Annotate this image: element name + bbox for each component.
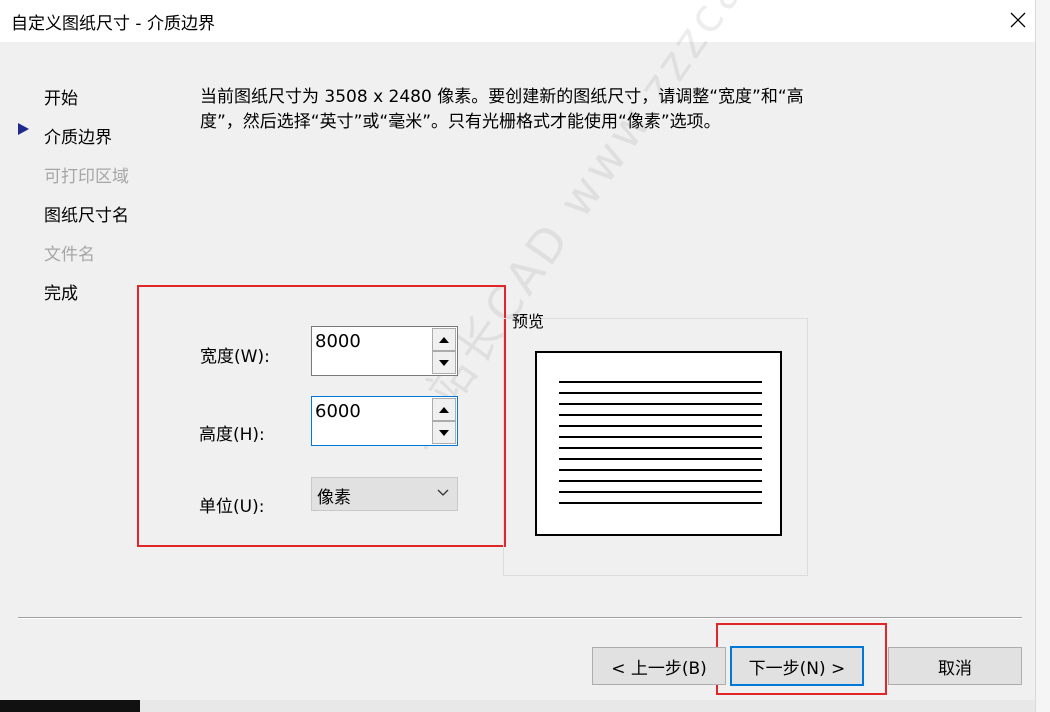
preview-line [559, 403, 762, 405]
current-step-arrow-icon [18, 123, 29, 135]
step-media-bounds: 介质边界 [44, 128, 112, 148]
unit-label: 单位(U): [199, 497, 265, 517]
triangle-down-icon [439, 359, 449, 366]
width-spinner[interactable]: 8000 [311, 326, 458, 376]
preview-label: 预览 [512, 312, 545, 331]
preview-line [559, 381, 762, 383]
unit-select[interactable]: 像素 [311, 477, 458, 511]
triangle-up-icon [439, 336, 449, 343]
close-button[interactable] [1000, 0, 1035, 40]
preview-line [559, 491, 762, 493]
window-title: 自定义图纸尺寸 - 介质边界 [11, 14, 215, 34]
height-spinner[interactable]: 6000 [311, 396, 458, 446]
preview-line [559, 414, 762, 416]
height-increment-button[interactable] [432, 398, 456, 421]
step-finish: 完成 [44, 284, 78, 304]
triangle-down-icon [439, 429, 449, 436]
preview-line [559, 502, 762, 504]
triangle-up-icon [439, 406, 449, 413]
width-label: 宽度(W): [200, 347, 270, 367]
step-file-name: 文件名 [44, 245, 95, 265]
background-window-strip [0, 700, 1035, 712]
preview-line [559, 458, 762, 460]
close-icon [1010, 12, 1025, 28]
height-input[interactable]: 6000 [315, 401, 361, 422]
title-bar: 自定义图纸尺寸 - 介质边界 [0, 0, 1035, 42]
height-label: 高度(H): [199, 425, 265, 445]
size-description: 当前图纸尺寸为 3508 x 2480 像素。要创建新的图纸尺寸，请调整“宽度”… [200, 87, 804, 132]
preview-line [559, 480, 762, 482]
width-decrement-button[interactable] [432, 351, 456, 374]
width-increment-button[interactable] [432, 328, 456, 351]
unit-selected-value: 像素 [317, 488, 351, 508]
preview-line [559, 425, 762, 427]
preview-paper [535, 351, 782, 536]
back-button[interactable]: < 上一步(B) [592, 647, 726, 685]
preview-line [559, 392, 762, 394]
step-start: 开始 [44, 89, 78, 109]
preview-line [559, 436, 762, 438]
width-input[interactable]: 8000 [315, 331, 361, 352]
height-decrement-button[interactable] [432, 421, 456, 444]
step-paper-size-name: 图纸尺寸名 [44, 206, 129, 226]
button-separator [18, 617, 1022, 619]
cancel-button[interactable]: 取消 [888, 647, 1022, 685]
step-printable-area: 可打印区域 [44, 167, 129, 187]
background-window-edge [1035, 0, 1050, 712]
preview-line [559, 469, 762, 471]
preview-line [559, 447, 762, 449]
chevron-down-icon [437, 489, 449, 496]
next-button[interactable]: 下一步(N) > [730, 646, 864, 686]
